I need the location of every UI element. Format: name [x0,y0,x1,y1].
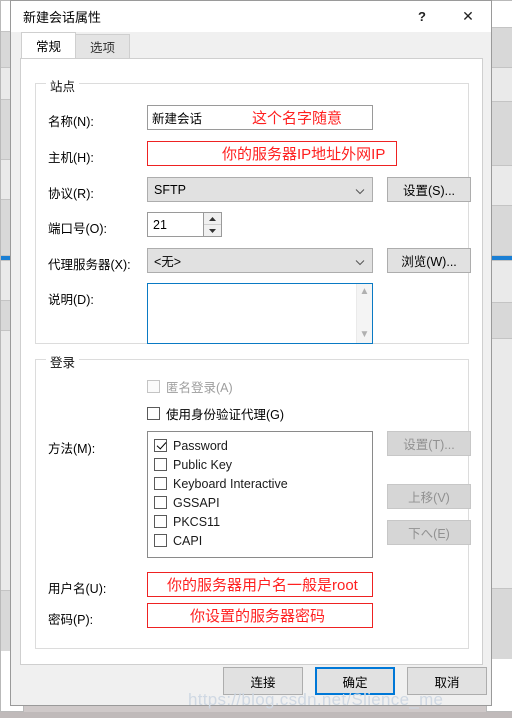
anonymous-login-checkbox: 匿名登录(A) [147,377,233,396]
tab-options[interactable]: 选项 [75,34,131,58]
description-scrollbar[interactable]: ▲ ▼ [356,284,372,343]
port-spinner-arrows[interactable] [203,213,221,236]
proxy-browse-button[interactable]: 浏览(W)... [387,248,471,273]
proxy-label: 代理服务器(X): [48,258,131,272]
login-group: 登录 匿名登录(A) 使用身份验证代理(G) 方法(M): Password P… [35,352,471,649]
spinner-up-icon[interactable] [204,213,221,225]
site-group: 站点 名称(N): 新建会话 这个名字随意 主机(H): 你的服务器IP地址外网… [35,76,471,344]
window-title: 新建会话属性 [23,10,102,25]
username-annotation: 你的服务器用户名一般是root [167,577,358,594]
method-listbox[interactable]: Password Public Key Keyboard Interactive… [147,431,373,558]
name-label: 名称(N): [48,115,94,129]
spinner-down-icon[interactable] [204,225,221,236]
desktop-bottom-band [0,712,512,718]
protocol-settings-button[interactable]: 设置(S)... [387,177,471,202]
tab-general[interactable]: 常规 [21,32,77,58]
session-properties-dialog: 新建会话属性 ? ✕ 常规 选项 站点 名称(N): 新建会话 这个名字随意 主… [10,0,492,706]
protocol-select[interactable]: SFTP [147,177,373,202]
list-item-label: CAPI [173,533,203,548]
site-group-title: 站点 [46,76,80,95]
chevron-down-icon [355,185,365,194]
list-item[interactable]: CAPI [154,531,372,550]
ok-button[interactable]: 确定 [315,667,395,695]
proxy-select[interactable]: <无> [147,248,373,273]
name-input-value: 新建会话 [152,112,203,126]
method-settings-button: 设置(T)... [387,431,471,456]
protocol-select-value: SFTP [154,182,186,197]
cancel-button[interactable]: 取消 [407,667,487,695]
port-label: 端口号(O): [48,222,108,236]
checkbox-icon[interactable] [154,477,167,490]
list-item[interactable]: PKCS11 [154,512,372,531]
username-label: 用户名(U): [48,582,107,596]
login-group-title: 登录 [46,352,80,371]
port-stepper[interactable]: 21 [147,212,222,237]
anonymous-login-label: 匿名登录(A) [166,381,233,395]
password-label: 密码(P): [48,613,94,627]
description-textarea-value[interactable] [148,284,356,343]
checkbox-icon[interactable] [154,439,167,452]
description-textarea[interactable]: ▲ ▼ [147,283,373,344]
close-icon[interactable]: ✕ [445,1,491,32]
scroll-down-icon[interactable]: ▼ [360,330,370,340]
help-icon[interactable]: ? [399,1,445,32]
list-item[interactable]: GSSAPI [154,493,372,512]
list-item-label: GSSAPI [173,495,220,510]
port-value: 21 [153,217,167,232]
title-bar: 新建会话属性 ? ✕ [11,1,491,32]
host-label: 主机(H): [48,151,94,165]
proxy-select-value: <无> [154,255,182,269]
checkbox-icon[interactable] [147,407,160,420]
auth-agent-checkbox[interactable]: 使用身份验证代理(G) [147,404,284,423]
name-annotation: 这个名字随意 [252,110,343,127]
method-move-up-button: 上移(V) [387,484,471,509]
list-item-label: Public Key [173,457,233,472]
list-item-label: Keyboard Interactive [173,476,288,491]
host-annotation: 你的服务器IP地址外网IP [222,146,386,163]
tab-page-general: 站点 名称(N): 新建会话 这个名字随意 主机(H): 你的服务器IP地址外网… [20,58,483,665]
checkbox-icon[interactable] [154,496,167,509]
connect-button[interactable]: 连接 [223,667,303,695]
list-item-label: PKCS11 [173,514,221,529]
checkbox-icon[interactable] [154,534,167,547]
protocol-label: 协议(R): [48,187,94,201]
checkbox-icon[interactable] [154,458,167,471]
list-item[interactable]: Keyboard Interactive [154,474,372,493]
scroll-up-icon[interactable]: ▲ [360,287,370,297]
method-label: 方法(M): [48,442,96,456]
method-move-down-button: 下へ(E) [387,520,471,545]
window-controls: ? ✕ [399,1,491,32]
auth-agent-label: 使用身份验证代理(G) [166,408,285,422]
tab-strip: 常规 选项 [11,32,491,58]
list-item[interactable]: Public Key [154,455,372,474]
description-label: 说明(D): [48,293,94,307]
chevron-down-icon [355,256,365,265]
dialog-button-bar: 连接 确定 取消 [11,667,491,697]
list-item-label: Password [173,438,228,453]
list-item[interactable]: Password [154,436,372,455]
password-annotation: 你设置的服务器密码 [190,608,326,625]
checkbox-icon[interactable] [154,515,167,528]
checkbox-icon [147,380,160,393]
